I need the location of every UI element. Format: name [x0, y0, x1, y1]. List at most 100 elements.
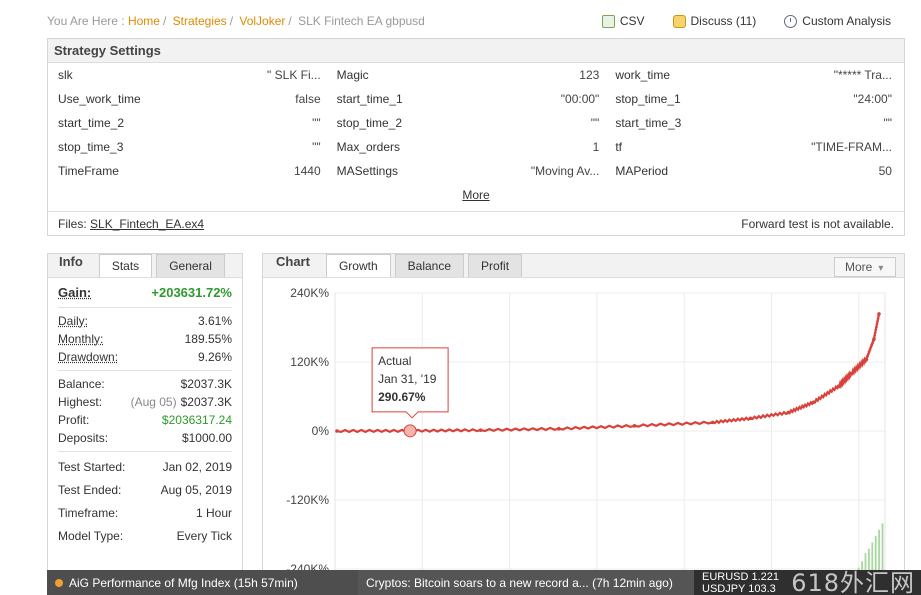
- stat-label[interactable]: Drawdown:: [58, 348, 118, 366]
- setting-key: MASettings: [336, 164, 399, 178]
- stat-value: 9.26%: [197, 350, 232, 364]
- stat-label: Timeframe:: [58, 506, 119, 520]
- data-point: [872, 337, 876, 341]
- setting-cell: work_time "***** Tra...: [615, 63, 894, 87]
- setting-value: 1440: [293, 164, 321, 178]
- spreadsheet-icon: [601, 14, 615, 28]
- data-point: [748, 416, 753, 421]
- info-title: Info: [59, 254, 83, 269]
- setting-cell: stop_time_2 "": [337, 111, 616, 135]
- files-label: Files:: [58, 216, 87, 231]
- setting-cell: stop_time_3 "": [58, 135, 337, 159]
- ticker-item-1[interactable]: AiG Performance of Mfg Index (15h 57min): [47, 570, 358, 595]
- stat-row: Deposits: $1000.00: [58, 431, 232, 445]
- strategy-settings-panel: Strategy Settings slk " SLK Fi... Magic 123…: [47, 38, 905, 236]
- stat-row: Highest: (Aug 05) $2037.3K: [58, 395, 232, 409]
- data-point: [811, 400, 816, 405]
- tab-balance[interactable]: Balance: [394, 254, 465, 277]
- chart-more-dropdown[interactable]: More: [834, 257, 896, 277]
- stat-row: Drawdown: 9.26%: [58, 348, 232, 366]
- breadcrumb-current: SLK Fintech EA gbpusd: [298, 14, 425, 28]
- stat-row: Model Type: Every Tick: [58, 525, 232, 548]
- breadcrumb-prefix: You Are Here :: [47, 14, 125, 28]
- setting-value: "TIME-FRAM...: [811, 140, 892, 154]
- stats-group-balance: Balance: $2037.3K Highest: (Aug 05) $2037…: [58, 371, 232, 452]
- setting-value: "": [312, 140, 321, 154]
- setting-key: start_time_1: [336, 92, 403, 106]
- strategy-settings-title: Strategy Settings: [48, 39, 904, 63]
- stat-label: Model Type:: [58, 529, 124, 543]
- gain-value: +203631.72%: [151, 285, 232, 300]
- tab-growth[interactable]: Growth: [325, 254, 391, 277]
- setting-cell: TimeFrame 1440: [58, 159, 337, 183]
- custom-analysis-button[interactable]: Custom Analysis: [784, 14, 891, 28]
- stat-value: 1 Hour: [195, 506, 232, 520]
- setting-value: "24:00": [853, 92, 892, 106]
- setting-value: "": [312, 116, 321, 130]
- setting-key: start_time_3: [615, 116, 682, 130]
- setting-key: Use_work_time: [58, 92, 141, 106]
- stat-value: 3.61%: [197, 314, 232, 328]
- ticker-item-2[interactable]: Cryptos: Bitcoin soars to a new record a…: [358, 570, 694, 595]
- tab-profit[interactable]: Profit: [468, 254, 523, 277]
- setting-value: false: [295, 92, 321, 106]
- stat-row: Daily: 3.61%: [58, 312, 232, 330]
- stat-row: Timeframe: 1 Hour: [58, 502, 232, 525]
- stat-value: Every Tick: [176, 529, 232, 543]
- discuss-button[interactable]: Discuss (11): [672, 14, 756, 28]
- csv-button[interactable]: CSV: [601, 14, 645, 28]
- top-actions: CSV Discuss (11) Custom Analysis: [601, 14, 891, 28]
- forward-test-note: Forward test is not available.: [741, 216, 894, 231]
- breadcrumb-strategies[interactable]: Strategies: [173, 14, 227, 28]
- setting-value: "": [883, 116, 892, 130]
- setting-cell: Use_work_time false: [58, 87, 337, 111]
- data-point: [478, 428, 483, 432]
- breadcrumb-voljoker[interactable]: VolJoker: [239, 14, 285, 28]
- y-tick-label: -120K%: [286, 493, 329, 507]
- gain-label[interactable]: Gain:: [58, 285, 91, 300]
- setting-key: tf: [615, 140, 622, 154]
- stat-row: Test Ended: Aug 05, 2019: [58, 479, 232, 502]
- y-tick-label: 240K%: [290, 286, 329, 300]
- setting-value: 50: [878, 164, 892, 178]
- y-tick-label: 0%: [312, 424, 330, 438]
- setting-cell: start_time_2 "": [58, 111, 337, 135]
- settings-more-link[interactable]: More: [48, 183, 904, 207]
- setting-cell: MAPeriod 50: [615, 159, 894, 183]
- stat-value: 189.55%: [184, 332, 232, 346]
- tooltip-date: Jan 31, '19: [378, 372, 437, 386]
- tab-general[interactable]: General: [156, 254, 225, 277]
- breadcrumb-home[interactable]: Home: [128, 14, 160, 28]
- chart-panel: Chart Growth Balance Profit More 240K% 12…: [262, 253, 905, 584]
- tab-stats[interactable]: Stats: [98, 254, 153, 277]
- setting-value: "***** Tra...: [833, 68, 892, 82]
- data-point: [849, 371, 854, 376]
- stat-label: Test Ended:: [58, 483, 122, 497]
- data-point: [864, 357, 869, 361]
- setting-value: "00:00": [560, 92, 600, 106]
- setting-cell: start_time_3 "": [615, 111, 894, 135]
- gain-row: Gain: +203631.72%: [58, 278, 232, 308]
- setting-value: "": [590, 116, 600, 130]
- news-ticker: AiG Performance of Mfg Index (15h 57min)…: [47, 570, 921, 595]
- file-link[interactable]: SLK_Fintech_EA.ex4: [90, 217, 204, 231]
- data-point: [877, 312, 881, 316]
- stat-label[interactable]: Daily:: [58, 312, 88, 330]
- plot-area: [334, 292, 886, 584]
- stat-row: Profit: $2036317.24: [58, 413, 232, 427]
- chart-title: Chart: [276, 254, 310, 269]
- growth-chart: 240K%120K%0%-120K%-240K%ActualJan 31, '1…: [286, 286, 886, 584]
- breadcrumb: You Are Here : Home / Strategies / VolJoke…: [47, 14, 425, 28]
- setting-value: 1: [592, 140, 600, 154]
- info-panel: Info Stats General Gain: +203631.72% Dai…: [47, 253, 243, 583]
- stat-label[interactable]: Monthly:: [58, 330, 103, 348]
- stat-value: Jan 02, 2019: [162, 460, 232, 474]
- setting-value: 123: [579, 68, 600, 82]
- setting-key: TimeFrame: [58, 164, 119, 178]
- setting-cell: stop_time_1 "24:00": [615, 87, 894, 111]
- y-tick-label: 120K%: [290, 355, 329, 369]
- stat-row: Monthly: 189.55%: [58, 330, 232, 348]
- data-point: [786, 410, 791, 415]
- setting-cell: MASettings "Moving Av...: [337, 159, 616, 183]
- stats-group-test: Test Started: Jan 02, 2019 Test Ended: Aug …: [58, 452, 232, 552]
